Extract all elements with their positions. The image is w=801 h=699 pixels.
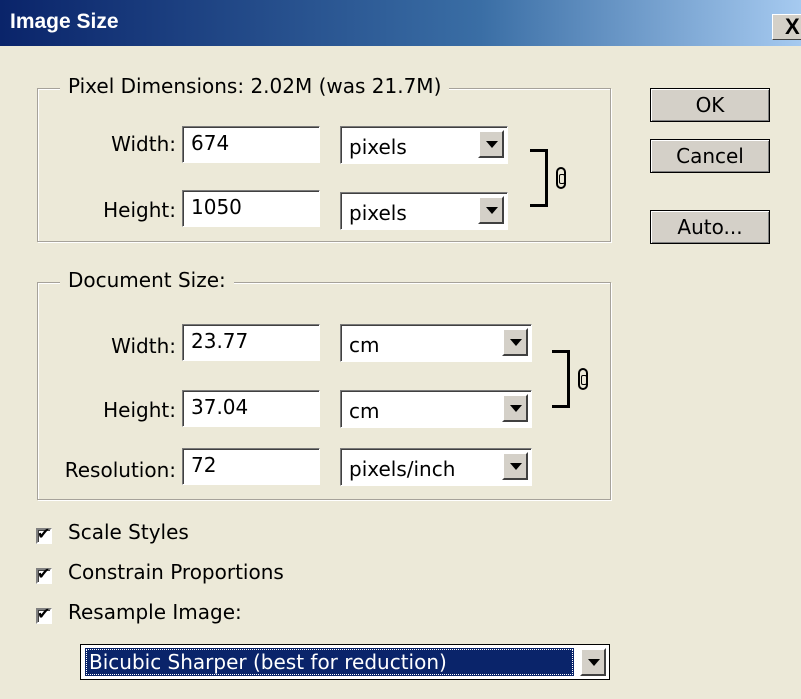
scale-styles-checkbox[interactable]: [36, 524, 52, 544]
pixel-width-label: Width:: [111, 132, 176, 156]
pixel-height-label: Height:: [103, 198, 176, 222]
pixel-width-unit-select[interactable]: pixels: [340, 126, 508, 164]
pixel-constrain-bracket: [530, 149, 548, 207]
chevron-down-icon[interactable]: [580, 648, 606, 676]
pixel-height-unit-select[interactable]: pixels: [340, 192, 508, 230]
document-height-input[interactable]: 37.04: [182, 390, 320, 427]
constrain-proportions-checkbox[interactable]: [36, 564, 52, 584]
resample-method-value: Bicubic Sharper (best for reduction): [85, 648, 574, 676]
chevron-down-icon[interactable]: [502, 394, 528, 422]
dialog-body: Pixel Dimensions: 2.02M (was 21.7M) Widt…: [0, 46, 801, 699]
ok-button[interactable]: OK: [650, 88, 770, 122]
cancel-button[interactable]: Cancel: [650, 139, 770, 173]
close-button[interactable]: X: [772, 14, 801, 40]
resample-method-select[interactable]: Bicubic Sharper (best for reduction): [80, 644, 610, 680]
document-height-unit-select[interactable]: cm: [340, 390, 532, 428]
title-bar: Image Size X: [0, 0, 801, 46]
document-width-label: Width:: [111, 334, 176, 358]
document-constrain-bracket: [552, 350, 570, 408]
pixel-height-unit-value: pixels: [349, 201, 407, 225]
document-size-legend: Document Size:: [60, 268, 234, 292]
pixel-dimensions-legend: Pixel Dimensions: 2.02M (was 21.7M): [60, 74, 450, 98]
resolution-unit-value: pixels/inch: [349, 457, 456, 481]
resample-image-label: Resample Image:: [68, 600, 242, 624]
resolution-unit-select[interactable]: pixels/inch: [340, 448, 532, 486]
pixel-width-input[interactable]: 674: [182, 126, 320, 163]
chevron-down-icon[interactable]: [478, 130, 504, 158]
chevron-down-icon[interactable]: [502, 452, 528, 480]
chain-link-icon: [556, 167, 566, 189]
scale-styles-label: Scale Styles: [68, 520, 189, 544]
auto-button[interactable]: Auto...: [650, 210, 770, 244]
chevron-down-icon[interactable]: [478, 196, 504, 224]
resample-image-checkbox[interactable]: [36, 604, 52, 624]
document-height-label: Height:: [103, 398, 176, 422]
chevron-down-icon[interactable]: [502, 328, 528, 356]
pixel-width-unit-value: pixels: [349, 135, 407, 159]
chain-link-icon: [578, 368, 588, 390]
document-height-unit-value: cm: [349, 399, 380, 423]
pixel-height-input[interactable]: 1050: [182, 190, 320, 227]
resolution-input[interactable]: 72: [182, 448, 320, 485]
constrain-proportions-label: Constrain Proportions: [68, 560, 284, 584]
resolution-label: Resolution:: [64, 458, 176, 482]
window-title: Image Size: [10, 10, 119, 33]
document-width-unit-select[interactable]: cm: [340, 324, 532, 362]
document-width-unit-value: cm: [349, 333, 380, 357]
document-width-input[interactable]: 23.77: [182, 324, 320, 361]
